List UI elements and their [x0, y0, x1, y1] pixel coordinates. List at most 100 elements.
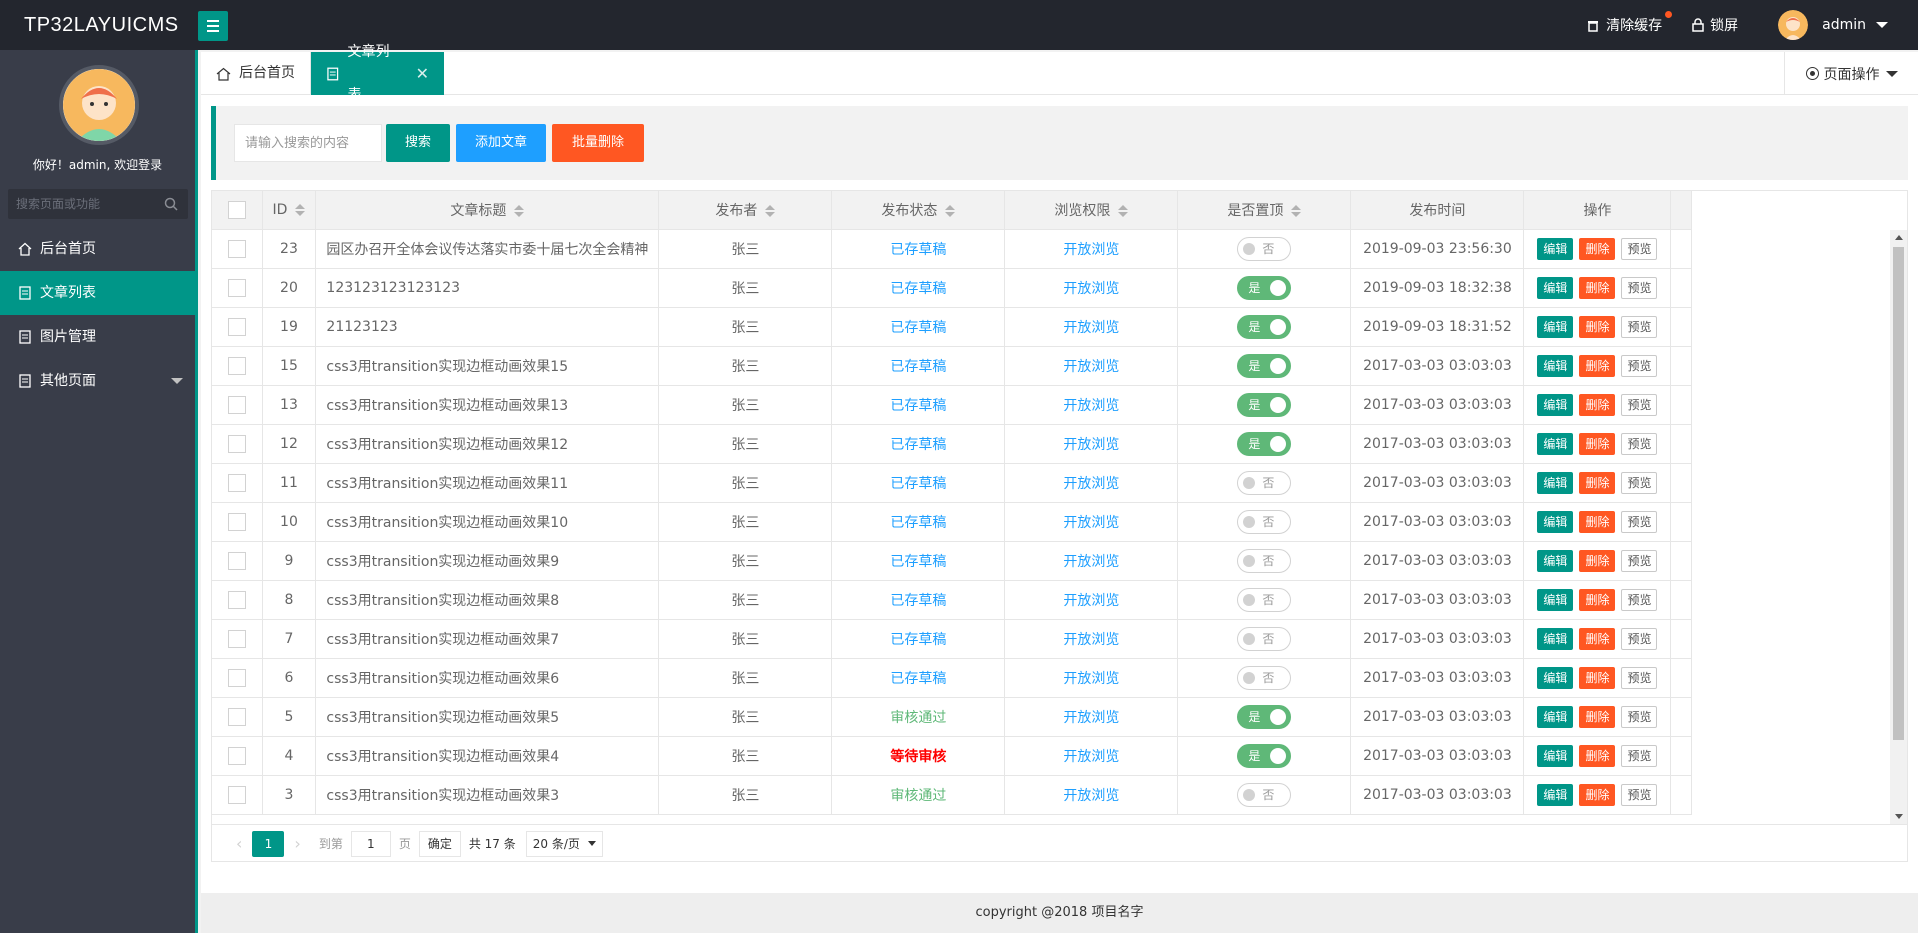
delete-button[interactable]: 删除	[1579, 393, 1616, 416]
delete-button[interactable]: 删除	[1579, 315, 1616, 338]
edit-button[interactable]: 编辑	[1537, 315, 1574, 338]
column-header-id[interactable]: ID	[262, 191, 317, 230]
preview-button[interactable]: 预览	[1621, 666, 1658, 689]
scrollbar-thumb[interactable]	[1893, 247, 1904, 740]
column-header-time[interactable]: 发布时间	[1350, 191, 1525, 230]
edit-button[interactable]: 编辑	[1537, 393, 1574, 416]
pinned-toggle[interactable]: 是	[1237, 704, 1292, 729]
delete-button[interactable]: 删除	[1579, 627, 1616, 650]
delete-button[interactable]: 删除	[1579, 471, 1616, 494]
current-page-button[interactable]: 1	[252, 830, 285, 857]
edit-button[interactable]: 编辑	[1537, 471, 1574, 494]
sidebar-search-input[interactable]	[8, 189, 188, 219]
app-logo[interactable]: TP32LAYUICMS	[24, 0, 179, 50]
delete-button[interactable]: 删除	[1579, 549, 1616, 572]
row-checkbox[interactable]	[227, 746, 246, 765]
edit-button[interactable]: 编辑	[1537, 705, 1574, 728]
delete-button[interactable]: 删除	[1579, 432, 1616, 455]
prev-page-icon[interactable]: ‹	[236, 834, 242, 853]
delete-button[interactable]: 删除	[1579, 354, 1616, 377]
pinned-toggle[interactable]: 否	[1237, 782, 1292, 807]
delete-button[interactable]: 删除	[1579, 744, 1616, 767]
row-checkbox[interactable]	[227, 356, 246, 375]
pinned-toggle[interactable]: 否	[1237, 548, 1292, 573]
preview-button[interactable]: 预览	[1621, 315, 1658, 338]
row-checkbox[interactable]	[227, 317, 246, 336]
row-checkbox[interactable]	[227, 551, 246, 570]
sidebar-item-other-pages[interactable]: 其他页面	[0, 359, 195, 403]
row-checkbox[interactable]	[227, 590, 246, 609]
lock-screen-button[interactable]: 锁屏	[1692, 15, 1738, 35]
pinned-toggle[interactable]: 是	[1237, 743, 1292, 768]
add-article-button[interactable]: 添加文章	[456, 124, 546, 162]
column-header-permission[interactable]: 浏览权限	[1004, 191, 1179, 230]
row-checkbox[interactable]	[227, 473, 246, 492]
delete-button[interactable]: 删除	[1579, 666, 1616, 689]
pinned-toggle[interactable]: 否	[1237, 665, 1292, 690]
search-button[interactable]: 搜索	[386, 124, 450, 162]
edit-button[interactable]: 编辑	[1537, 744, 1574, 767]
preview-button[interactable]: 预览	[1621, 237, 1658, 260]
pinned-toggle[interactable]: 是	[1237, 353, 1292, 378]
preview-button[interactable]: 预览	[1621, 627, 1658, 650]
delete-button[interactable]: 删除	[1579, 510, 1616, 533]
edit-button[interactable]: 编辑	[1537, 432, 1574, 455]
pinned-toggle[interactable]: 否	[1237, 470, 1292, 495]
edit-button[interactable]: 编辑	[1537, 354, 1574, 377]
preview-button[interactable]: 预览	[1621, 432, 1658, 455]
delete-button[interactable]: 删除	[1579, 588, 1616, 611]
page-operations-dropdown[interactable]: 页面操作	[1784, 52, 1918, 95]
pinned-toggle[interactable]: 否	[1237, 626, 1292, 651]
preview-button[interactable]: 预览	[1621, 354, 1658, 377]
row-checkbox[interactable]	[227, 278, 246, 297]
scroll-up-icon[interactable]	[1895, 235, 1903, 240]
edit-button[interactable]: 编辑	[1537, 276, 1574, 299]
edit-button[interactable]: 编辑	[1537, 627, 1574, 650]
sort-icon[interactable]	[1118, 204, 1129, 218]
sort-icon[interactable]	[1291, 204, 1302, 218]
sort-icon[interactable]	[295, 203, 306, 217]
delete-button[interactable]: 删除	[1579, 237, 1616, 260]
pinned-toggle[interactable]: 是	[1237, 431, 1292, 456]
column-header-status[interactable]: 发布状态	[831, 191, 1006, 230]
edit-button[interactable]: 编辑	[1537, 783, 1574, 806]
search-icon[interactable]	[164, 197, 178, 211]
preview-button[interactable]: 预览	[1621, 471, 1658, 494]
row-checkbox[interactable]	[227, 668, 246, 687]
clear-cache-button[interactable]: 清除缓存	[1586, 11, 1673, 35]
pinned-toggle[interactable]: 是	[1237, 275, 1292, 300]
delete-button[interactable]: 删除	[1579, 783, 1616, 806]
goto-page-input[interactable]	[350, 830, 391, 857]
preview-button[interactable]: 预览	[1621, 783, 1658, 806]
column-header-author[interactable]: 发布者	[658, 191, 833, 230]
close-icon[interactable]: ✕	[416, 52, 429, 95]
next-page-icon[interactable]: ›	[294, 834, 300, 853]
row-checkbox[interactable]	[227, 629, 246, 648]
edit-button[interactable]: 编辑	[1537, 666, 1574, 689]
row-checkbox[interactable]	[227, 785, 246, 804]
row-checkbox[interactable]	[227, 434, 246, 453]
user-menu[interactable]: admin	[1778, 10, 1888, 40]
batch-delete-button[interactable]: 批量删除	[552, 124, 644, 162]
pinned-toggle[interactable]: 否	[1237, 587, 1292, 612]
sort-icon[interactable]	[765, 204, 776, 218]
scroll-down-icon[interactable]	[1895, 814, 1903, 819]
tab-home[interactable]: 后台首页	[201, 52, 311, 95]
preview-button[interactable]: 预览	[1621, 549, 1658, 572]
preview-button[interactable]: 预览	[1621, 744, 1658, 767]
row-checkbox[interactable]	[227, 395, 246, 414]
per-page-select[interactable]: 20 条/页	[525, 830, 603, 857]
column-header-title[interactable]: 文章标题	[315, 191, 660, 230]
row-checkbox[interactable]	[227, 512, 246, 531]
row-checkbox[interactable]	[227, 239, 246, 258]
delete-button[interactable]: 删除	[1579, 705, 1616, 728]
tab-articles[interactable]: 文章列表 ✕	[311, 44, 444, 103]
pinned-toggle[interactable]: 否	[1237, 236, 1292, 261]
table-scrollbar[interactable]	[1890, 230, 1907, 824]
preview-button[interactable]: 预览	[1621, 510, 1658, 533]
sort-icon[interactable]	[945, 204, 956, 218]
goto-confirm-button[interactable]: 确定	[418, 830, 461, 857]
delete-button[interactable]: 删除	[1579, 276, 1616, 299]
sidebar-item-images[interactable]: 图片管理	[0, 315, 195, 359]
search-input[interactable]	[234, 124, 382, 162]
